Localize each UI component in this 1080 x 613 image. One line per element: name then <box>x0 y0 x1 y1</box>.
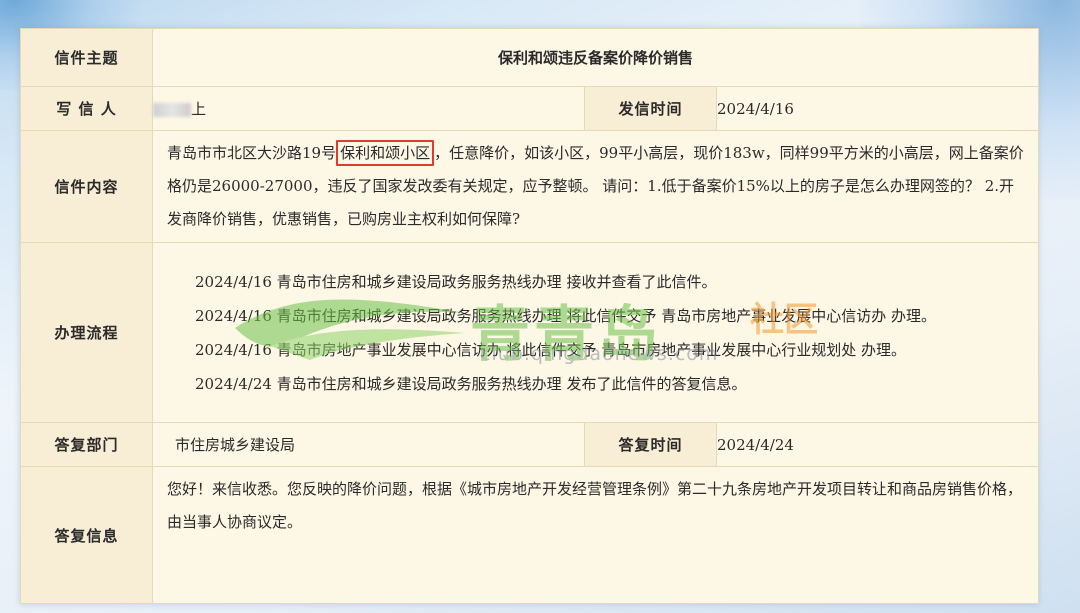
redacted-name <box>153 103 191 117</box>
flow-item: 2024/4/16 青岛市住房和城乡建设局政务服务热线办理 将此信件交予 青岛市… <box>195 306 936 325</box>
flow-item: 2024/4/24 青岛市住房和城乡建设局政务服务热线办理 发布了此信件的答复信… <box>195 374 747 393</box>
writer-row: 写 信 人 上 发信时间 2024/4/16 <box>20 86 1040 131</box>
content-label: 信件内容 <box>20 130 153 243</box>
content-highlight: 保利和颂小区 <box>336 140 435 166</box>
content-pre: 青岛市市北区大沙路19号 <box>167 144 337 162</box>
subject-value: 保利和颂违反备案价降价销售 <box>151 28 1040 87</box>
content-row: 信件内容 青岛市市北区大沙路19号 保利和颂小区 ，任意降价，如该小区，99平小高层… <box>20 130 1040 243</box>
reply-info-label: 答复信息 <box>20 466 153 604</box>
flow-item: 2024/4/16 青岛市房地产事业发展中心信访办 将此信件交予 青岛市房地产事… <box>195 340 906 359</box>
subject-label: 信件主题 <box>20 28 153 87</box>
writer-suffix: 上 <box>191 100 207 118</box>
reply-info-cell: 您好！来信收悉。您反映的降价问题，根据《城市房地产开发经营管理条例》第二十九条房… <box>151 466 1040 604</box>
writer-label: 写 信 人 <box>20 86 153 131</box>
flow-list: 2024/4/16 青岛市住房和城乡建设局政务服务热线办理 接收并查看了此信件。… <box>153 259 1038 407</box>
reply-time-value: 2024/4/24 <box>715 422 1040 467</box>
letter-table: 信件主题 保利和颂违反备案价降价销售 写 信 人 上 发信时间 2024/4/1… <box>20 28 1040 604</box>
reply-info-text: 您好！来信收悉。您反映的降价问题，根据《城市房地产开发经营管理条例》第二十九条房… <box>167 480 1023 531</box>
reply-info-row: 答复信息 您好！来信收悉。您反映的降价问题，根据《城市房地产开发经营管理条例》第… <box>20 466 1040 604</box>
send-time-value: 2024/4/16 <box>715 86 1040 131</box>
flow-row: 办理流程 2024/4/16 青岛市住房和城乡建设局政务服务热线办理 接收并查看… <box>20 242 1040 423</box>
send-time-label: 发信时间 <box>584 86 717 131</box>
reply-time-label: 答复时间 <box>584 422 717 467</box>
subject-row: 信件主题 保利和颂违反备案价降价销售 <box>20 28 1040 87</box>
reply-dept-label: 答复部门 <box>20 422 153 467</box>
content-cell: 青岛市市北区大沙路19号 保利和颂小区 ，任意降价，如该小区，99平小高层，现价18… <box>151 130 1040 243</box>
reply-dept-row: 答复部门 市住房城乡建设局 答复时间 2024/4/24 <box>20 422 1040 467</box>
writer-value: 上 <box>152 86 585 131</box>
flow-label: 办理流程 <box>20 242 153 423</box>
flow-cell: 2024/4/16 青岛市住房和城乡建设局政务服务热线办理 接收并查看了此信件。… <box>151 242 1040 423</box>
content-text: 青岛市市北区大沙路19号 保利和颂小区 ，任意降价，如该小区，99平小高层，现价18… <box>153 133 1038 240</box>
reply-dept-value: 市住房城乡建设局 <box>152 422 585 467</box>
flow-item: 2024/4/16 青岛市住房和城乡建设局政务服务热线办理 接收并查看了此信件。 <box>195 272 717 291</box>
